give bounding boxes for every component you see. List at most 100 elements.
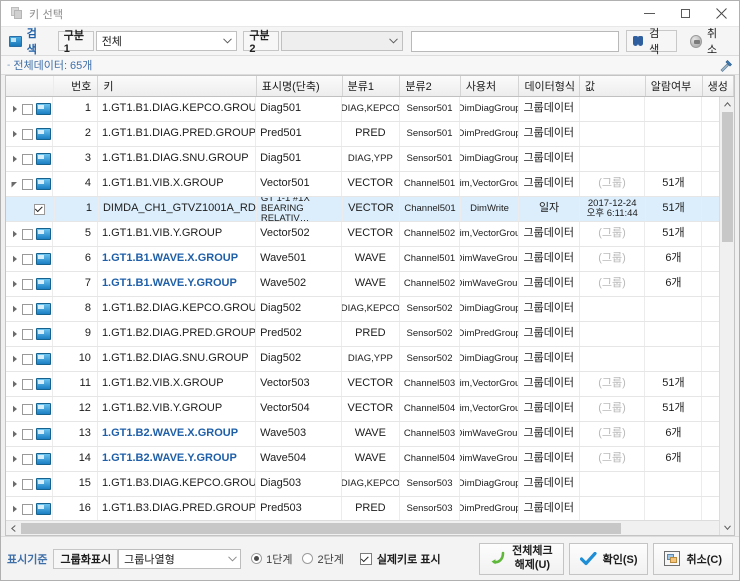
row-checkbox[interactable] [22, 303, 33, 315]
chevron-down-icon[interactable] [10, 180, 19, 189]
group-display-button[interactable]: 그룹화표시 [53, 548, 119, 569]
row-select-cell[interactable] [6, 372, 54, 396]
header-value[interactable]: 값 [580, 76, 646, 96]
vertical-scroll-thumb[interactable] [721, 112, 733, 242]
group-mode-select[interactable]: 그룹나열형 [118, 548, 242, 569]
level1-radio[interactable] [251, 553, 263, 564]
level2-radio-group[interactable]: 2단계 [302, 551, 344, 567]
table-row[interactable]: 12 1.GT1.B2.VIB.Y.GROUP Vector504 VECTOR Cha… [6, 397, 734, 422]
horizontal-scrollbar[interactable] [6, 520, 734, 535]
maximize-button[interactable] [667, 1, 703, 27]
row-checkbox[interactable] [22, 153, 33, 165]
level2-radio[interactable] [302, 553, 314, 564]
filter1-button[interactable]: 구분1 [57, 30, 94, 55]
row-select-cell[interactable] [6, 222, 54, 246]
row-select-cell[interactable] [6, 497, 54, 520]
close-icon[interactable] [703, 1, 739, 27]
table-row[interactable]: 16 1.GT1.B3.DIAG.PRED.GROUP Pred503 PRED Sen… [6, 497, 734, 520]
chevron-right-icon[interactable] [10, 255, 19, 264]
realkey-checkbox[interactable] [359, 552, 372, 565]
header-usage[interactable]: 사용처 [461, 76, 520, 96]
row-checkbox[interactable] [22, 378, 33, 390]
header-no[interactable]: 번호 [54, 76, 99, 96]
row-select-cell[interactable] [6, 297, 54, 321]
vertical-scroll-track[interactable] [720, 242, 735, 520]
header-key[interactable]: 키 [98, 76, 257, 96]
row-select-cell[interactable] [6, 397, 54, 421]
search-input-wrap[interactable] [410, 30, 619, 52]
level1-radio-group[interactable]: 1단계 [251, 551, 292, 567]
row-select-cell[interactable] [6, 272, 54, 296]
row-checkbox[interactable] [22, 428, 33, 440]
wrench-screwdriver-icon[interactable] [715, 57, 737, 73]
row-select-cell[interactable] [6, 122, 54, 146]
chevron-right-icon[interactable] [10, 430, 19, 439]
row-select-cell[interactable] [6, 472, 54, 496]
row-checkbox[interactable] [22, 453, 33, 465]
chevron-right-icon[interactable] [10, 505, 19, 514]
row-checkbox[interactable] [22, 478, 33, 490]
table-row[interactable]: 8 1.GT1.B2.DIAG.KEPCO.GROUP Diag502 DIAG,KE… [6, 297, 734, 322]
row-checkbox[interactable] [22, 103, 33, 115]
chevron-right-icon[interactable] [10, 380, 19, 389]
confirm-button[interactable]: 확인(S) [568, 542, 649, 575]
row-checkbox[interactable] [22, 353, 33, 365]
table-row[interactable]: 10 1.GT1.B2.DIAG.SNU.GROUP Diag502 DIAG,YPP… [6, 347, 734, 372]
chevron-right-icon[interactable] [10, 105, 19, 114]
chevron-right-icon[interactable] [10, 480, 19, 489]
table-row[interactable]: 4 1.GT1.B1.VIB.X.GROUP Vector501 VECTOR Chan… [6, 172, 734, 197]
filter1-select[interactable]: 전체 [95, 31, 238, 51]
row-select-cell[interactable] [6, 97, 54, 121]
chevron-right-icon[interactable] [10, 155, 19, 164]
scroll-down-icon[interactable] [720, 520, 735, 535]
row-checkbox[interactable] [22, 253, 33, 265]
header-class1[interactable]: 분류1 [343, 76, 401, 96]
header-class2[interactable]: 분류2 [400, 76, 461, 96]
scroll-up-icon[interactable] [720, 97, 735, 112]
uncheck-all-button[interactable]: 전체체크 해제(U) [479, 542, 564, 575]
chevron-right-icon[interactable] [10, 130, 19, 139]
table-row[interactable]: 1 1.GT1.B1.DIAG.KEPCO.GROUP Diag501 DIAG,KE… [6, 97, 734, 122]
table-row[interactable]: 15 1.GT1.B3.DIAG.KEPCO.GROUP Diag503 DIAG,K… [6, 472, 734, 497]
row-select-cell[interactable] [6, 322, 54, 346]
table-row[interactable]: 3 1.GT1.B1.DIAG.SNU.GROUP Diag501 DIAG,YPP S… [6, 147, 734, 172]
chevron-right-icon[interactable] [10, 280, 19, 289]
header-alarm[interactable]: 알람여부 [646, 76, 703, 96]
row-select-cell[interactable] [6, 347, 54, 371]
cancel-search-button[interactable]: 취소 [684, 28, 735, 56]
minimize-button[interactable] [631, 1, 667, 27]
row-checkbox[interactable] [22, 228, 33, 240]
search-button[interactable]: 검색 [625, 28, 678, 56]
chevron-right-icon[interactable] [10, 405, 19, 414]
row-checkbox[interactable] [22, 278, 33, 290]
header-select[interactable] [6, 76, 54, 96]
cancel-button[interactable]: 취소(C) [653, 542, 733, 575]
table-row[interactable]: 2 1.GT1.B1.DIAG.PRED.GROUP Pred501 PRED Sens… [6, 122, 734, 147]
row-checkbox[interactable] [22, 178, 33, 190]
search-input[interactable] [411, 32, 618, 51]
row-select-cell[interactable] [6, 197, 55, 221]
table-row[interactable]: 7 1.GT1.B1.WAVE.Y.GROUP Wave502 WAVE Channel… [6, 272, 734, 297]
header-display[interactable]: 표시명(단축) [257, 76, 343, 96]
row-checkbox[interactable] [34, 203, 45, 215]
row-checkbox[interactable] [22, 503, 33, 515]
row-select-cell[interactable] [6, 172, 54, 196]
filter2-button[interactable]: 구분2 [243, 30, 280, 55]
table-row[interactable]: 9 1.GT1.B2.DIAG.PRED.GROUP Pred502 PRED Sens… [6, 322, 734, 347]
table-row[interactable]: 11 1.GT1.B2.VIB.X.GROUP Vector503 VECTOR Cha… [6, 372, 734, 397]
table-row[interactable]: 5 1.GT1.B1.VIB.Y.GROUP Vector502 VECTOR Chan… [6, 222, 734, 247]
chevron-right-icon[interactable] [10, 230, 19, 239]
row-select-cell[interactable] [6, 422, 54, 446]
row-checkbox[interactable] [22, 128, 33, 140]
chevron-right-icon[interactable] [10, 305, 19, 314]
horizontal-scroll-thumb[interactable] [21, 522, 621, 534]
realkey-checkbox-group[interactable]: 실제키로 표시 [359, 551, 441, 567]
chevron-right-icon[interactable] [10, 330, 19, 339]
table-row[interactable]: 6 1.GT1.B1.WAVE.X.GROUP Wave501 WAVE Channel… [6, 247, 734, 272]
table-row[interactable]: 14 1.GT1.B2.WAVE.Y.GROUP Wave504 WAVE Channe… [6, 447, 734, 472]
header-format[interactable]: 데이터형식 [519, 76, 580, 96]
row-select-cell[interactable] [6, 247, 54, 271]
row-select-cell[interactable] [6, 447, 54, 471]
scroll-left-icon[interactable] [6, 521, 21, 536]
header-created[interactable]: 생성 [703, 76, 734, 96]
